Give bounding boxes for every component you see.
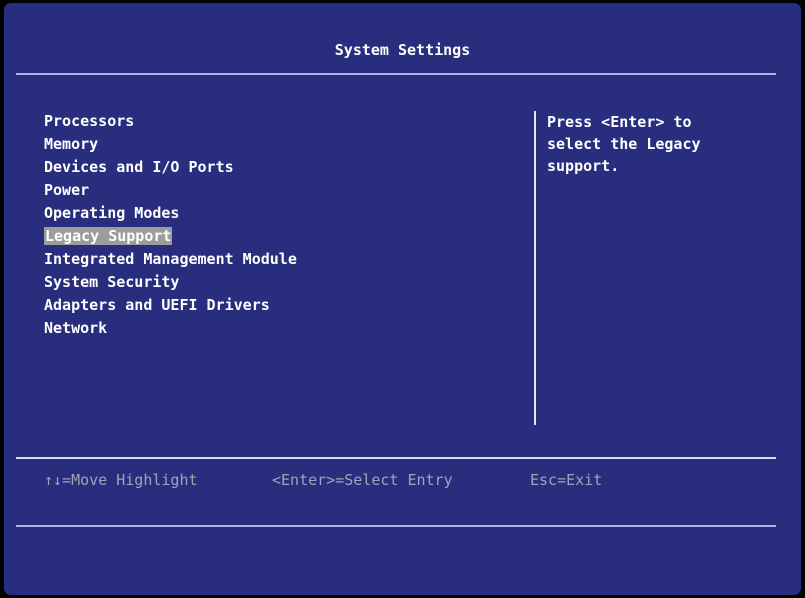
menu-item-label: Adapters and UEFI Drivers [44,296,270,314]
menu-item-adapters-uefi-drivers[interactable]: Adapters and UEFI Drivers [42,294,299,317]
page-title: System Settings [334,41,471,59]
footer-top-divider [16,457,776,459]
hint-exit: Esc=Exit [530,471,603,489]
menu-item-label: Memory [44,135,99,153]
bios-setup-screen: System Settings Processors Memory Device… [3,2,802,596]
menu-item-power[interactable]: Power [42,179,299,202]
help-text: Press <Enter> to select the Legacy suppo… [547,113,701,175]
menu-item-legacy-support[interactable]: Legacy Support [42,225,299,248]
menu-item-operating-modes[interactable]: Operating Modes [42,202,299,225]
menu-item-label: Power [44,181,90,199]
hint-select-entry: <Enter>=Select Entry [272,471,453,489]
hint-move-highlight: ↑↓=Move Highlight [44,471,198,489]
menu-item-label: Network [44,319,108,337]
menu-item-label: Operating Modes [44,204,180,222]
menu-item-memory[interactable]: Memory [42,133,299,156]
menu-item-label: Legacy Support [44,227,173,245]
menu-item-system-security[interactable]: System Security [42,271,299,294]
menu-item-label: Integrated Management Module [44,250,297,268]
menu-item-label: System Security [44,273,180,291]
help-panel-divider [534,111,536,425]
title-divider [16,73,776,75]
menu-item-integrated-management-module[interactable]: Integrated Management Module [42,248,299,271]
menu-item-label: Processors [44,112,135,130]
settings-menu: Processors Memory Devices and I/O Ports … [42,110,299,340]
menu-item-processors[interactable]: Processors [42,110,299,133]
menu-item-network[interactable]: Network [42,317,299,340]
footer-bottom-divider [16,525,776,527]
menu-item-devices-io-ports[interactable]: Devices and I/O Ports [42,156,299,179]
menu-item-label: Devices and I/O Ports [44,158,234,176]
